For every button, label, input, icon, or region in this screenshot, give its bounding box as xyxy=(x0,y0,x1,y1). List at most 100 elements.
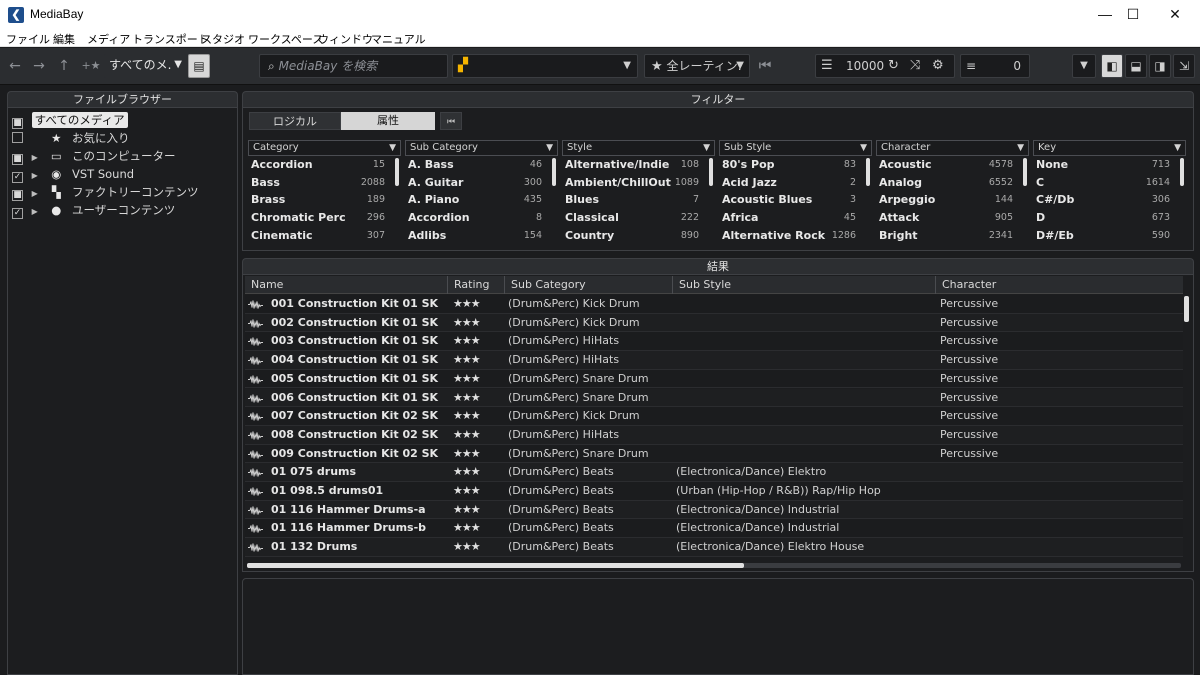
filter-column-character[interactable]: Character ▼ Acoustic 4578 Analog 6552 Arpeg… xyxy=(876,140,1029,246)
menu-window[interactable]: ウィンドウ xyxy=(318,31,373,47)
filter-column-style[interactable]: Style ▼ Alternative/Indie 108 Ambient/Chil… xyxy=(562,140,715,246)
filter-row[interactable]: A. Guitar 300 xyxy=(405,174,558,192)
layout-left-icon[interactable]: ◧ xyxy=(1101,54,1123,78)
table-row[interactable]: 009 Construction Kit 02 SK ★★★ (Drum&Perc)… xyxy=(245,444,1183,464)
layout-bottom-icon[interactable]: ⬓ xyxy=(1125,54,1147,78)
filter-row[interactable]: Acoustic 4578 xyxy=(876,156,1029,174)
column-header-substyle[interactable]: Sub Style xyxy=(673,276,936,294)
fb-checkbox[interactable]: ✓ xyxy=(12,208,23,219)
menu-workspace[interactable]: ワークスペース xyxy=(248,31,323,47)
filter-column-subcategory[interactable]: Sub Category ▼ A. Bass 46 A. Guitar 300 A. … xyxy=(405,140,558,246)
column-header-subcategory[interactable]: Sub Category xyxy=(505,276,673,294)
result-limit-control[interactable]: ☰ 10000 ↻ ⤨ ⚙ xyxy=(815,54,955,78)
filter-row[interactable]: 80's Pop 83 xyxy=(719,156,872,174)
filter-row[interactable]: Africa 45 xyxy=(719,209,872,227)
filter-row[interactable]: Attack 905 xyxy=(876,209,1029,227)
filter-column-header[interactable]: Category ▼ xyxy=(248,140,401,156)
table-row[interactable]: 005 Construction Kit 01 SK ★★★ (Drum&Perc)… xyxy=(245,369,1183,389)
filter-column-header[interactable]: Key ▼ xyxy=(1033,140,1186,156)
filter-row[interactable]: Country 890 xyxy=(562,227,715,245)
logic-mode-tab[interactable]: ロジカル xyxy=(249,112,341,130)
filter-row[interactable]: Bright 2341 xyxy=(876,227,1029,245)
expand-triangle-icon[interactable]: ▶ xyxy=(32,203,42,221)
table-row[interactable]: 003 Construction Kit 01 SK ★★★ (Drum&Perc)… xyxy=(245,332,1183,352)
filter-row[interactable]: Alternative/Indie 108 xyxy=(562,156,715,174)
table-row[interactable]: 001 Construction Kit 01 SK ★★★ (Drum&Perc)… xyxy=(245,295,1183,314)
filter-row[interactable]: Ambient/ChillOut 1089 xyxy=(562,174,715,192)
results-hscroll-track[interactable] xyxy=(247,563,1181,568)
filter-column-header[interactable]: Sub Category ▼ xyxy=(405,140,558,156)
menu-file[interactable]: ファイル xyxy=(6,31,50,47)
filter-row[interactable]: None 713 xyxy=(1033,156,1186,174)
gear-icon[interactable]: ⚙ xyxy=(932,55,944,77)
filter-row[interactable]: Blues 7 xyxy=(562,191,715,209)
export-icon[interactable]: ⇲ xyxy=(1173,54,1195,78)
table-row[interactable]: 006 Construction Kit 01 SK ★★★ (Drum&Perc)… xyxy=(245,388,1183,408)
table-row[interactable]: 007 Construction Kit 02 SK ★★★ (Drum&Perc)… xyxy=(245,407,1183,426)
filter-row[interactable]: Cinematic 307 xyxy=(248,227,401,245)
menu-studio[interactable]: スタジオ xyxy=(201,31,245,47)
back-arrow-icon[interactable]: ← xyxy=(4,54,26,78)
up-arrow-icon[interactable]: ↑ xyxy=(53,54,75,78)
filter-row[interactable]: Acoustic Blues 3 xyxy=(719,191,872,209)
table-row[interactable]: 008 Construction Kit 02 SK ★★★ (Drum&Perc)… xyxy=(245,425,1183,445)
filter-row[interactable]: Alternative Rock 1286 xyxy=(719,227,872,245)
menu-manual[interactable]: マニュアル xyxy=(371,31,426,47)
fb-checkbox[interactable]: ✓ xyxy=(12,172,23,183)
reset-rating-icon[interactable]: ⏮ xyxy=(754,54,776,78)
results-vscroll-thumb[interactable] xyxy=(1184,296,1189,322)
filter-row[interactable]: C#/Db 306 xyxy=(1033,191,1186,209)
fb-item-favorites[interactable]: ★ お気に入り xyxy=(12,129,129,147)
forward-arrow-icon[interactable]: → xyxy=(28,54,50,78)
filter-row[interactable]: Analog 6552 xyxy=(876,174,1029,192)
table-row[interactable]: 01 075 drums ★★★ (Drum&Perc) Beats (Electro… xyxy=(245,463,1183,482)
search-field[interactable]: ⌕ MediaBay を検索 xyxy=(259,54,448,78)
filter-column-substyle[interactable]: Sub Style ▼ 80's Pop 83 Acid Jazz 2 Acousti… xyxy=(719,140,872,246)
table-row[interactable]: 01 116 Hammer Drums-a ★★★ (Drum&Perc) Beat… xyxy=(245,500,1183,520)
filter-reset-icon[interactable]: ⏮ xyxy=(440,112,462,130)
filter-row[interactable]: C 1614 xyxy=(1033,174,1186,192)
table-row[interactable]: 01 132 Drums ★★★ (Drum&Perc) Beats (Electro… xyxy=(245,538,1183,557)
filter-row[interactable]: D#/Eb 590 xyxy=(1033,227,1186,245)
filter-column-header[interactable]: Sub Style ▼ xyxy=(719,140,872,156)
column-header-rating[interactable]: Rating xyxy=(448,276,505,294)
media-type-dropdown[interactable]: ▞ ▼ xyxy=(452,54,638,78)
fb-item-factory-content[interactable]: ■ ▶ ▚ ファクトリーコンテンツ xyxy=(12,183,198,201)
fb-item-user-content[interactable]: ✓ ▶ ● ユーザーコンテンツ xyxy=(12,201,175,219)
menu-edit[interactable]: 編集 xyxy=(53,31,75,47)
fb-item-vst-sound[interactable]: ✓ ▶ ◉ VST Sound xyxy=(12,165,134,183)
filter-column-header[interactable]: Character ▼ xyxy=(876,140,1029,156)
close-button[interactable]: ✕ xyxy=(1152,0,1198,29)
rating-filter-dropdown[interactable]: ★ 全レーティン. ▼ xyxy=(644,54,750,78)
table-row[interactable]: 004 Construction Kit 01 SK ★★★ (Drum&Perc)… xyxy=(245,351,1183,370)
filter-row[interactable]: Acid Jazz 2 xyxy=(719,174,872,192)
filter-row[interactable]: Brass 189 xyxy=(248,191,401,209)
refresh-icon[interactable]: ↻ xyxy=(888,55,899,77)
column-header-name[interactable]: Name xyxy=(245,276,448,294)
fb-item-all-media[interactable]: ■ すべてのメディア xyxy=(12,111,128,129)
fb-checkbox[interactable] xyxy=(12,132,23,143)
fb-checkbox[interactable]: ■ xyxy=(12,154,23,165)
filter-row[interactable]: Arpeggio 144 xyxy=(876,191,1029,209)
fb-checkbox[interactable]: ■ xyxy=(12,118,23,129)
table-row[interactable]: 002 Construction Kit 01 SK ★★★ (Drum&Perc)… xyxy=(245,313,1183,333)
add-favorite-icon[interactable]: +★ xyxy=(78,54,104,78)
results-hscroll-thumb[interactable] xyxy=(247,563,744,568)
attribute-mode-tab[interactable]: 属性 xyxy=(341,112,435,130)
layout-right-icon[interactable]: ◨ xyxy=(1149,54,1171,78)
filter-row[interactable]: Accordion 8 xyxy=(405,209,558,227)
filter-row[interactable]: Adlibs 154 xyxy=(405,227,558,245)
maximize-button[interactable]: ☐ xyxy=(1110,0,1156,29)
filter-row[interactable]: Chromatic Perc 296 xyxy=(248,209,401,227)
filter-column-key[interactable]: Key ▼ None 713 C 1614 C#/Db 306 D 673 D#/Eb 59… xyxy=(1033,140,1186,246)
menu-transport[interactable]: トランスポート xyxy=(132,31,209,47)
filter-row[interactable]: D 673 xyxy=(1033,209,1186,227)
fb-checkbox[interactable]: ■ xyxy=(12,190,23,201)
filter-column-header[interactable]: Style ▼ xyxy=(562,140,715,156)
table-row[interactable]: 01 116 Hammer Drums-b ★★★ (Drum&Perc) Beat… xyxy=(245,519,1183,539)
filter-row[interactable]: A. Bass 46 xyxy=(405,156,558,174)
shuffle-icon[interactable]: ⤨ xyxy=(910,55,920,77)
filter-row[interactable]: Accordion 15 xyxy=(248,156,401,174)
filter-row[interactable]: Classical 222 xyxy=(562,209,715,227)
filter-row[interactable]: Bass 2088 xyxy=(248,174,401,192)
